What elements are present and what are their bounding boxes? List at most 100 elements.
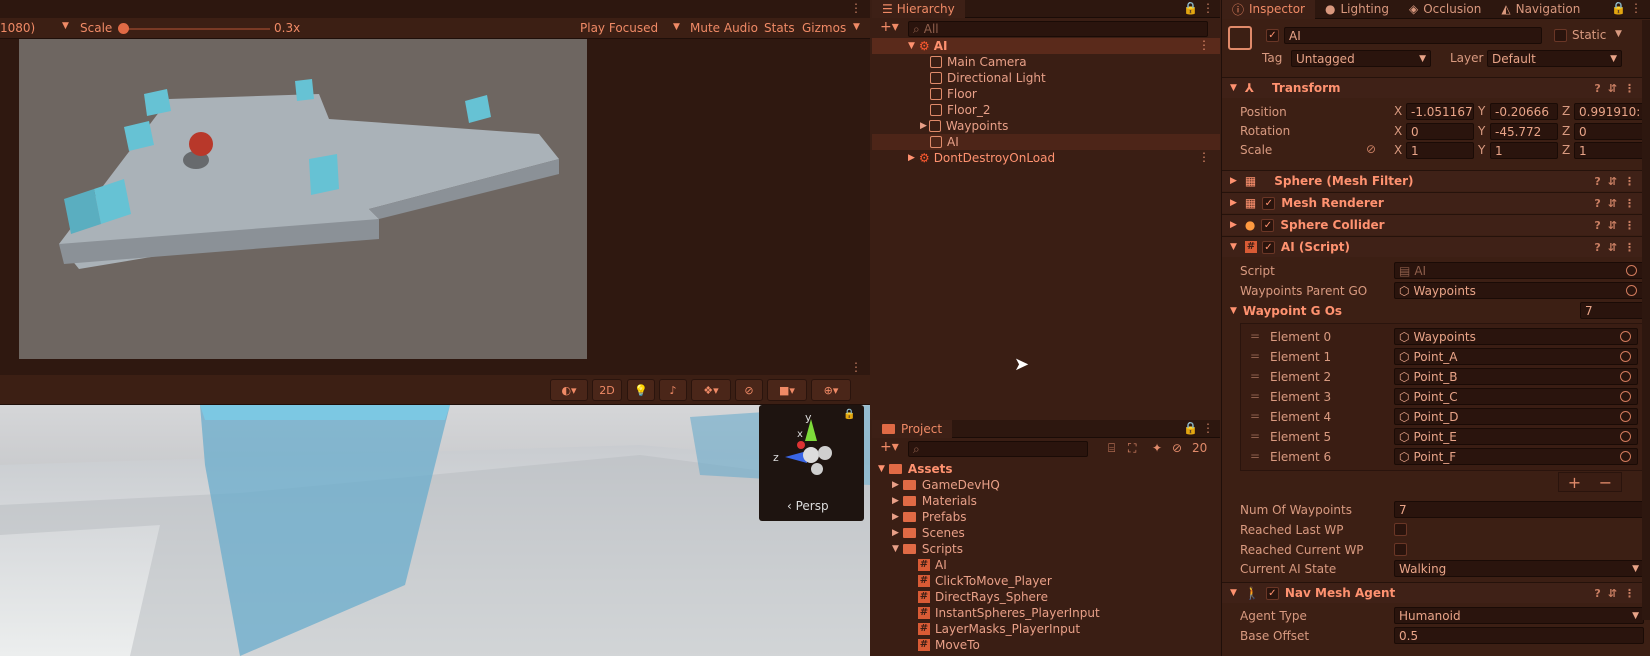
scale-slider[interactable]: [120, 28, 270, 30]
toggle-2d-button[interactable]: 2D: [592, 379, 622, 401]
waypoint-list-foldout[interactable]: ▼ Waypoint G Os: [1230, 301, 1342, 320]
chevron-down-icon[interactable]: ▼: [1615, 29, 1622, 39]
persp-label[interactable]: ‹ Persp: [787, 499, 829, 513]
current-ai-state-dropdown[interactable]: Walking ▼: [1394, 560, 1644, 577]
add-element-button[interactable]: +: [1568, 473, 1581, 492]
object-picker-icon[interactable]: [1620, 411, 1631, 422]
component-actions-icon[interactable]: ?⇵⋮: [1594, 197, 1642, 210]
drag-handle-icon[interactable]: =: [1250, 429, 1260, 443]
component-actions-icon[interactable]: ?⇵⋮: [1594, 219, 1642, 232]
project-item-scenes[interactable]: ▶ Scenes: [892, 525, 965, 541]
chevron-down-icon[interactable]: ▼: [853, 22, 860, 32]
resolution-dropdown[interactable]: 1080): [0, 21, 35, 35]
project-item-materials[interactable]: ▶ Materials: [892, 493, 977, 509]
project-item-script-directrays[interactable]: # DirectRays_Sphere: [918, 589, 1048, 605]
search-by-type-icon[interactable]: ⌸: [1108, 441, 1115, 456]
project-item-scripts[interactable]: ▼ Scripts: [892, 541, 963, 557]
active-checkbox[interactable]: ✓: [1266, 29, 1279, 42]
hierarchy-search-input[interactable]: ⌕ All: [908, 21, 1208, 37]
object-picker-icon[interactable]: [1620, 451, 1631, 462]
more-icon[interactable]: ⋮: [850, 1, 862, 15]
scale-slider-handle[interactable]: [118, 23, 129, 34]
element-object-field[interactable]: ⬡ Point_B: [1394, 368, 1638, 385]
inspector-scrollbar[interactable]: [1642, 20, 1650, 620]
position-x-input[interactable]: -1.051167: [1406, 103, 1474, 120]
agent-type-dropdown[interactable]: Humanoid ▼: [1394, 607, 1644, 624]
drag-handle-icon[interactable]: =: [1250, 349, 1260, 363]
audio-toggle[interactable]: ♪: [659, 379, 687, 401]
lock-icon[interactable]: 🔒: [1183, 1, 1198, 15]
mesh-filter-header[interactable]: ▶ ▦ Sphere (Mesh Filter) ?⇵⋮: [1222, 170, 1650, 191]
reached-current-wp-checkbox[interactable]: [1394, 543, 1407, 556]
favorite-icon[interactable]: ✦: [1152, 441, 1162, 455]
element-object-field[interactable]: ⬡ Point_A: [1394, 348, 1638, 365]
nav-mesh-agent-header[interactable]: ▼ 🚶 ✓ Nav Mesh Agent ?⇵⋮: [1222, 582, 1650, 603]
project-search-input[interactable]: ⌕: [908, 441, 1088, 457]
mesh-renderer-header[interactable]: ▶ ▦ ✓ Mesh Renderer ?⇵⋮: [1222, 192, 1650, 213]
tab-project[interactable]: Project: [872, 419, 953, 438]
mute-audio-button[interactable]: Mute Audio: [690, 21, 758, 35]
gizmos-scene-dropdown[interactable]: ⊕▾: [811, 379, 851, 401]
object-picker-icon[interactable]: [1620, 371, 1631, 382]
tag-dropdown[interactable]: Untagged ▼: [1291, 50, 1431, 67]
chevron-down-icon[interactable]: ▼: [62, 21, 69, 31]
drag-handle-icon[interactable]: =: [1250, 369, 1260, 383]
hierarchy-item-floor[interactable]: Floor: [930, 86, 977, 102]
element-object-field[interactable]: ⬡ Waypoints: [1394, 328, 1638, 345]
element-object-field[interactable]: ⬡ Point_E: [1394, 428, 1638, 445]
search-by-label-icon[interactable]: ⛶: [1128, 441, 1136, 456]
position-y-input[interactable]: -0.20666: [1490, 103, 1558, 120]
num-waypoints-input[interactable]: 7: [1394, 501, 1644, 518]
tab-inspector[interactable]: ⓘ Inspector: [1222, 0, 1315, 19]
rotation-z-input[interactable]: 0: [1574, 123, 1644, 140]
gizmos-dropdown[interactable]: Gizmos: [802, 21, 846, 35]
hidden-objects-toggle[interactable]: ⊘: [735, 379, 763, 401]
hierarchy-item-waypoints[interactable]: ▶ Waypoints: [920, 118, 1008, 134]
project-item-script-ai[interactable]: # AI: [918, 557, 947, 573]
create-asset-button[interactable]: +▾: [880, 439, 899, 455]
project-item-script-moveto[interactable]: # MoveTo: [918, 637, 980, 653]
chevron-down-icon[interactable]: ▼: [673, 22, 680, 32]
enabled-checkbox[interactable]: ✓: [1265, 586, 1279, 600]
waypoints-parent-field[interactable]: ⬡ Waypoints: [1394, 282, 1644, 299]
reached-last-wp-checkbox[interactable]: [1394, 523, 1407, 536]
enabled-checkbox[interactable]: ✓: [1262, 196, 1276, 210]
project-item-script-clicktomove[interactable]: # ClickToMove_Player: [918, 573, 1052, 589]
play-focused-dropdown[interactable]: Play Focused: [580, 21, 658, 35]
project-item-assets[interactable]: ▼ Assets: [878, 461, 953, 477]
lock-icon[interactable]: 🔒: [843, 409, 855, 420]
more-icon[interactable]: ⋮: [850, 360, 862, 374]
element-object-field[interactable]: ⬡ Point_D: [1394, 408, 1638, 425]
object-name-input[interactable]: AI: [1284, 27, 1542, 44]
enabled-checkbox[interactable]: ✓: [1261, 240, 1275, 254]
project-item-script-instantspheres[interactable]: # InstantSpheres_PlayerInput: [918, 605, 1100, 621]
stats-button[interactable]: Stats: [764, 21, 795, 35]
component-actions-icon[interactable]: ?⇵⋮: [1594, 175, 1642, 188]
hierarchy-item-floor-2[interactable]: Floor_2: [930, 102, 991, 118]
element-object-field[interactable]: ⬡ Point_F: [1394, 448, 1638, 465]
hierarchy-item-main-camera[interactable]: Main Camera: [930, 54, 1027, 70]
rotation-x-input[interactable]: 0: [1406, 123, 1474, 140]
remove-element-button[interactable]: −: [1599, 473, 1612, 492]
scale-x-input[interactable]: 1: [1406, 142, 1474, 159]
tab-navigation[interactable]: ◭ Navigation: [1491, 0, 1590, 18]
project-item-script-layermasks[interactable]: # LayerMasks_PlayerInput: [918, 621, 1080, 637]
project-item-gamedevhq[interactable]: ▶ GameDevHQ: [892, 477, 1000, 493]
tab-lighting[interactable]: ● Lighting: [1315, 0, 1399, 18]
static-checkbox[interactable]: [1554, 29, 1567, 42]
layer-dropdown[interactable]: Default ▼: [1487, 50, 1622, 67]
drag-handle-icon[interactable]: =: [1250, 389, 1260, 403]
hierarchy-item-ai-scene[interactable]: ▼ ⚙ AI: [908, 38, 947, 54]
more-icon[interactable]: ⋮: [1202, 421, 1214, 435]
add-object-button[interactable]: +▾: [880, 19, 899, 35]
link-icon[interactable]: ⊘: [1366, 142, 1376, 156]
hidden-packages-icon[interactable]: ⊘: [1172, 441, 1182, 455]
more-icon[interactable]: ⋮: [1198, 150, 1210, 164]
hierarchy-item-directional-light[interactable]: Directional Light: [930, 70, 1046, 86]
scene-render-canvas[interactable]: [0, 405, 870, 656]
game-render-canvas[interactable]: [19, 39, 587, 359]
drag-handle-icon[interactable]: =: [1250, 449, 1260, 463]
enabled-checkbox[interactable]: ✓: [1261, 218, 1275, 232]
rotation-y-input[interactable]: -45.772: [1490, 123, 1558, 140]
transform-header[interactable]: ▼ ⅄ Transform ?⇵⋮: [1222, 77, 1650, 98]
